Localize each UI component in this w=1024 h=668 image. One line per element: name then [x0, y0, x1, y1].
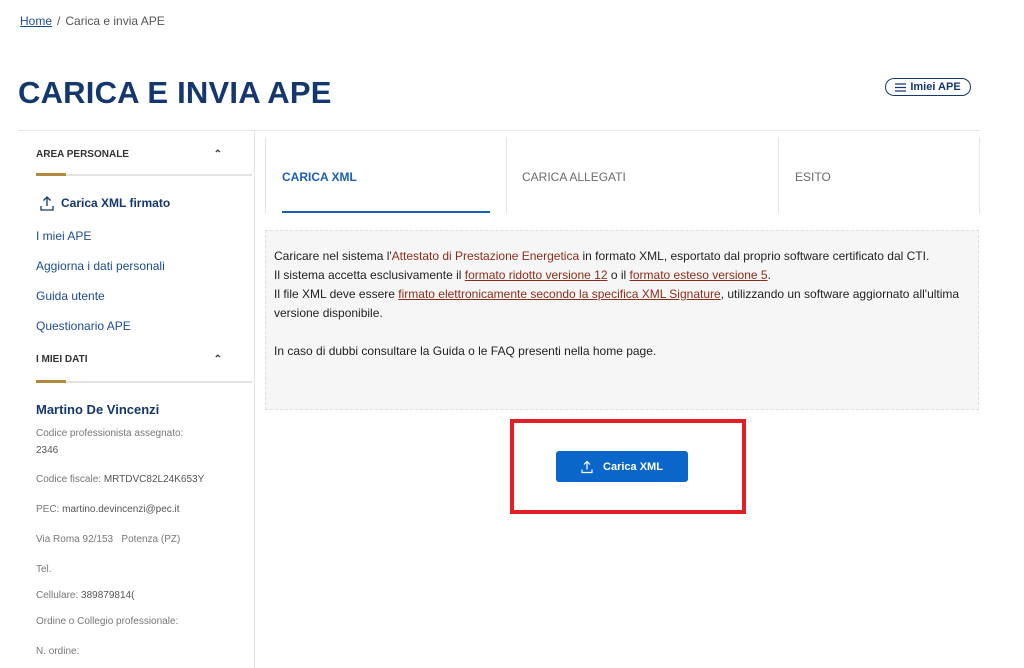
- upload-icon: [40, 196, 54, 211]
- formato-esteso-link[interactable]: formato esteso versione 5: [630, 268, 768, 282]
- chevron-up-icon[interactable]: ⌃: [214, 354, 222, 365]
- tab-label: ESITO: [795, 170, 831, 184]
- section-area-personale-label: AREA PERSONALE: [36, 149, 129, 160]
- cell-label: Cellulare:: [36, 590, 79, 601]
- my-ape-button[interactable]: Imiei APE: [885, 78, 971, 96]
- n-ordine-label: N. ordine:: [36, 646, 80, 657]
- pec-value: martino.devincenzi@pec.it: [62, 504, 180, 515]
- section-miei-dati-label: I MIEI DATI: [36, 354, 88, 365]
- my-ape-button-label: Imiei APE: [910, 81, 961, 93]
- tab-label: CARICA ALLEGATI: [522, 170, 626, 184]
- text: Il file XML deve essere: [274, 287, 399, 301]
- carica-xml-button-label: Carica XML: [603, 460, 663, 473]
- codice-professionista: Codice professionista assegnato: 2346: [36, 425, 236, 459]
- breadcrumb-separator: /: [57, 14, 61, 28]
- section-divider: [36, 381, 252, 383]
- tab-carica-xml[interactable]: CARICA XML: [265, 137, 507, 213]
- text: Il sistema accetta esclusivamente il: [274, 268, 465, 282]
- sidebar: AREA PERSONALE ⌃ Carica XML firmato I mi…: [0, 131, 255, 668]
- text: in formato XML, esportato dal proprio so…: [579, 249, 930, 263]
- tab-esito[interactable]: ESITO: [779, 137, 980, 213]
- tabs: CARICA XML CARICA ALLEGATI ESITO: [265, 137, 980, 213]
- sidebar-item-questionario[interactable]: Questionario APE: [36, 319, 131, 333]
- sidebar-item-guida-utente[interactable]: Guida utente: [36, 289, 105, 303]
- sidebar-item-aggiorna-dati[interactable]: Aggiorna i dati personali: [36, 259, 165, 273]
- tab-label: CARICA XML: [282, 170, 357, 184]
- tab-carica-allegati[interactable]: CARICA ALLEGATI: [506, 137, 779, 213]
- cell-value: 389879814(: [81, 590, 135, 601]
- carica-xml-button[interactable]: Carica XML: [556, 451, 688, 482]
- breadcrumb-current: Carica e invia APE: [65, 14, 165, 28]
- pec-label: PEC:: [36, 504, 60, 515]
- section-divider: [36, 174, 252, 176]
- breadcrumb-home-link[interactable]: Home: [20, 14, 52, 28]
- instructions-line-4: In caso di dubbi consultare la Guida o l…: [274, 344, 657, 358]
- text: Caricare nel sistema l': [274, 249, 392, 263]
- sidebar-item-carica-xml-firmato[interactable]: Carica XML firmato: [40, 195, 170, 211]
- cellulare: Cellulare: 389879814(: [36, 587, 236, 604]
- instructions-line-2: Il sistema accetta esclusivamente il for…: [274, 266, 970, 285]
- text: .: [767, 268, 771, 282]
- ordine-label: Ordine o Collegio professionale:: [36, 616, 179, 627]
- codice-fiscale: Codice fiscale: MRTDVC82L24K653Y: [36, 471, 236, 488]
- address: Via Roma 92/153 Potenza (PZ): [36, 534, 181, 545]
- tab-active-indicator: [282, 211, 490, 213]
- instructions-box: Caricare nel sistema l'Attestato di Pres…: [265, 230, 979, 410]
- upload-icon: [581, 460, 593, 473]
- pec: PEC: martino.devincenzi@pec.it: [36, 501, 236, 518]
- xml-signature-link[interactable]: firmato elettronicamente secondo la spec…: [398, 287, 720, 301]
- cf-value: MRTDVC82L24K653Y: [103, 474, 205, 485]
- formato-ridotto-link[interactable]: formato ridotto versione 12: [465, 268, 608, 282]
- codice-label: Codice professionista assegnato:: [36, 428, 184, 439]
- text: o il: [607, 268, 630, 282]
- section-accent: [36, 380, 66, 383]
- instructions-line-1: Caricare nel sistema l'Attestato di Pres…: [274, 247, 970, 266]
- section-miei-dati[interactable]: I MIEI DATI ⌃: [36, 354, 222, 365]
- sidebar-item-label: Carica XML firmato: [61, 196, 171, 210]
- section-area-personale[interactable]: AREA PERSONALE ⌃: [36, 149, 222, 160]
- breadcrumb: Home / Carica e invia APE: [20, 14, 165, 28]
- page-title: CARICA E INVIA APE: [18, 75, 332, 110]
- user-name: Martino De Vincenzi: [36, 402, 160, 417]
- section-accent: [36, 173, 66, 176]
- chevron-up-icon[interactable]: ⌃: [214, 149, 222, 160]
- sidebar-item-miei-ape[interactable]: I miei APE: [36, 229, 91, 243]
- codice-value: 2346: [36, 445, 59, 456]
- cf-label: Codice fiscale:: [36, 474, 102, 485]
- list-icon: [895, 82, 907, 92]
- tel-label: Tel.: [36, 564, 52, 575]
- instructions-line-3: Il file XML deve essere firmato elettron…: [274, 285, 970, 323]
- ape-highlight: Attestato di Prestazione Energetica: [391, 249, 580, 263]
